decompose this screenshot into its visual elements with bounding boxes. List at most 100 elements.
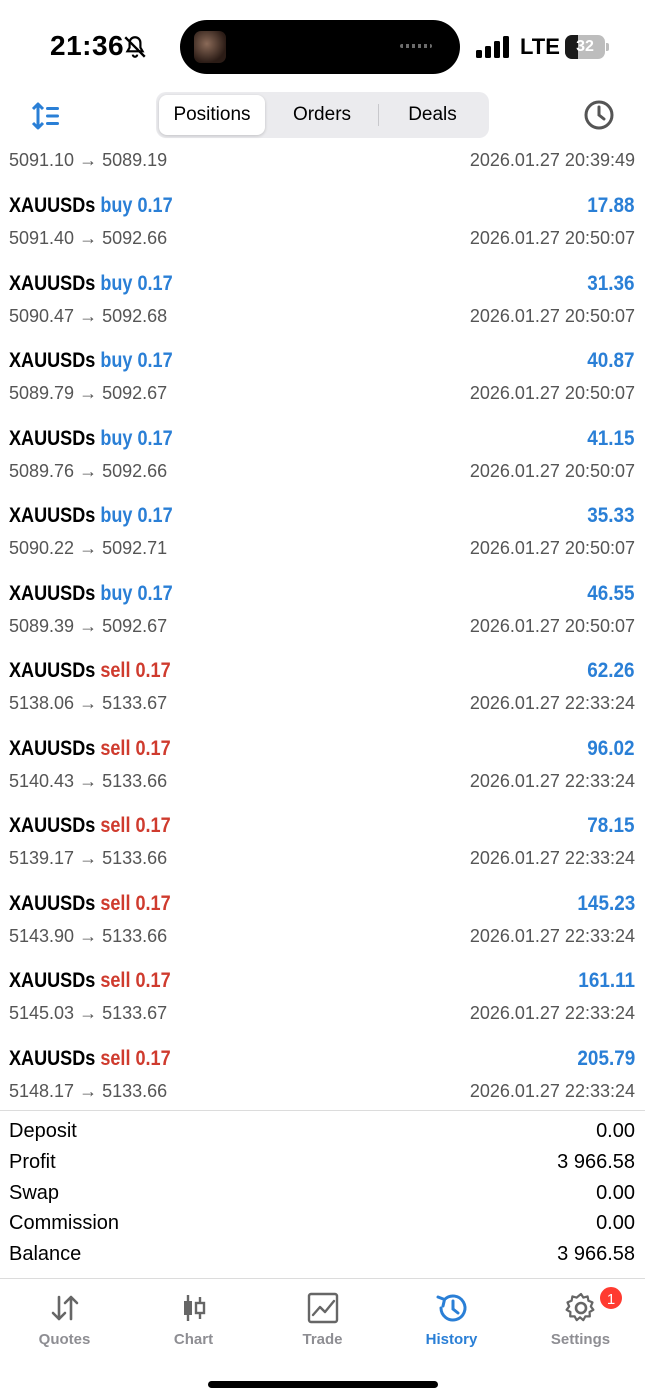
summary-row-profit: Profit 3 966.58 — [0, 1148, 645, 1179]
deal-profit: 46.55 — [587, 582, 635, 605]
deal-profit: 161.11 — [578, 969, 635, 992]
tab-history[interactable]: History — [387, 1279, 516, 1359]
deals-list: 5091.10 → 5089.19 2026.01.27 20:39:49 XA… — [0, 140, 645, 1110]
deal-symbol: XAUUSDs — [9, 1047, 96, 1070]
deal-row[interactable]: XAUUSDs buy 0.17 17.88 5091.40 → 5092.66… — [0, 184, 645, 262]
deal-row[interactable]: 5091.10 → 5089.19 2026.01.27 20:39:49 — [0, 140, 645, 184]
history-clock-icon — [436, 1294, 467, 1322]
deal-volume: 0.17 — [135, 892, 171, 915]
deal-volume: 0.17 — [137, 349, 173, 372]
deal-symbol: XAUUSDs — [9, 969, 96, 992]
tab-settings[interactable]: 1 Settings — [516, 1279, 645, 1359]
deal-side: sell — [100, 1047, 131, 1070]
battery-level: 32 — [576, 38, 594, 55]
cellular-signal-icon — [476, 36, 509, 58]
tab-deals[interactable]: Deals — [379, 95, 486, 135]
trade-chart-icon — [307, 1292, 339, 1324]
deal-side: buy — [100, 272, 133, 295]
deal-symbol: XAUUSDs — [9, 349, 96, 372]
summary-label: Commission — [9, 1212, 120, 1234]
tab-label: Settings — [550, 1331, 611, 1348]
summary-label: Profit — [9, 1151, 56, 1173]
deal-prices: 5143.90 → 5133.66 — [9, 926, 168, 946]
deal-time: 2026.01.27 20:50:07 — [469, 616, 635, 636]
deal-side: sell — [100, 969, 131, 992]
deal-profit: 31.36 — [587, 272, 635, 295]
deal-side: sell — [100, 659, 131, 682]
bell-slash-icon — [124, 36, 146, 58]
deal-profit: 62.26 — [587, 659, 635, 682]
deal-volume: 0.17 — [135, 1047, 171, 1070]
tab-label: Trade — [302, 1331, 343, 1348]
deal-side: sell — [100, 737, 131, 760]
deal-volume: 0.17 — [137, 504, 173, 527]
deal-row[interactable]: XAUUSDs sell 0.17 205.79 5148.17 → 5133.… — [0, 1037, 645, 1110]
deal-symbol: XAUUSDs — [9, 737, 96, 760]
summary-row-deposit: Deposit 0.00 — [0, 1117, 645, 1148]
deal-time: 2026.01.27 22:33:24 — [469, 848, 635, 868]
battery-icon: 32 — [565, 35, 609, 59]
deal-symbol: XAUUSDs — [9, 272, 96, 295]
deal-row[interactable]: XAUUSDs buy 0.17 35.33 5090.22 → 5092.71… — [0, 494, 645, 572]
segmented-control: Positions Orders Deals — [156, 92, 489, 138]
deal-volume: 0.17 — [135, 659, 171, 682]
deal-side: buy — [100, 582, 133, 605]
deal-prices: 5090.22 → 5092.71 — [9, 538, 168, 558]
tab-chart[interactable]: Chart — [129, 1279, 258, 1359]
summary-panel: Deposit 0.00 Profit 3 966.58 Swap 0.00 C… — [0, 1117, 645, 1277]
summary-value: 3 966.58 — [557, 1243, 635, 1265]
summary-divider — [0, 1110, 645, 1111]
deal-time: 2026.01.27 20:50:07 — [469, 228, 635, 248]
deal-volume: 0.17 — [137, 582, 173, 605]
summary-value: 3 966.58 — [557, 1151, 635, 1173]
deal-prices: 5090.47 → 5092.68 — [9, 306, 168, 326]
tab-label: History — [425, 1331, 478, 1348]
deal-prices: 5138.06 → 5133.67 — [9, 693, 168, 713]
deal-row[interactable]: XAUUSDs buy 0.17 41.15 5089.76 → 5092.66… — [0, 417, 645, 495]
deal-prices: 5140.43 → 5133.66 — [9, 771, 168, 791]
notification-badge: 1 — [598, 1285, 624, 1311]
deal-volume: 0.17 — [137, 427, 173, 450]
audio-waveform-icon — [400, 44, 432, 48]
deal-row[interactable]: XAUUSDs buy 0.17 40.87 5089.79 → 5092.67… — [0, 339, 645, 417]
deal-row[interactable]: XAUUSDs buy 0.17 46.55 5089.39 → 5092.67… — [0, 572, 645, 650]
summary-row-swap: Swap 0.00 — [0, 1179, 645, 1210]
deal-row[interactable]: XAUUSDs sell 0.17 145.23 5143.90 → 5133.… — [0, 882, 645, 960]
deal-volume: 0.17 — [135, 969, 171, 992]
summary-row-balance: Balance 3 966.58 — [0, 1240, 645, 1271]
deal-row[interactable]: XAUUSDs sell 0.17 161.11 5145.03 → 5133.… — [0, 959, 645, 1037]
summary-label: Balance — [9, 1243, 82, 1265]
clock-icon[interactable] — [583, 99, 615, 131]
sort-icon[interactable] — [30, 100, 62, 132]
quotes-arrows-icon — [51, 1295, 79, 1321]
tab-orders[interactable]: Orders — [267, 95, 377, 135]
candlestick-icon — [184, 1295, 206, 1321]
deal-row[interactable]: XAUUSDs sell 0.17 96.02 5140.43 → 5133.6… — [0, 727, 645, 805]
deal-row[interactable]: XAUUSDs buy 0.17 31.36 5090.47 → 5092.68… — [0, 262, 645, 340]
deal-time: 2026.01.27 20:39:49 — [469, 150, 635, 170]
deal-time: 2026.01.27 22:33:24 — [469, 771, 635, 791]
tab-positions[interactable]: Positions — [159, 95, 265, 135]
deal-prices: 5089.76 → 5092.66 — [9, 461, 168, 481]
deal-time: 2026.01.27 22:33:24 — [469, 693, 635, 713]
deal-profit: 78.15 — [587, 814, 635, 837]
deal-prices: 5091.40 → 5092.66 — [9, 228, 168, 248]
gear-icon — [565, 1292, 595, 1322]
tab-quotes[interactable]: Quotes — [0, 1279, 129, 1359]
network-type: LTE — [520, 34, 560, 59]
home-indicator[interactable] — [208, 1381, 438, 1388]
deal-profit: 96.02 — [587, 737, 635, 760]
deal-profit: 205.79 — [577, 1047, 635, 1070]
deal-row[interactable]: XAUUSDs sell 0.17 78.15 5139.17 → 5133.6… — [0, 804, 645, 882]
deal-profit: 17.88 — [587, 194, 635, 217]
deal-time: 2026.01.27 20:50:07 — [469, 306, 635, 326]
deal-row[interactable]: XAUUSDs sell 0.17 62.26 5138.06 → 5133.6… — [0, 649, 645, 727]
deal-side: buy — [100, 194, 133, 217]
tab-trade[interactable]: Trade — [258, 1279, 387, 1359]
deal-time: 2026.01.27 22:33:24 — [469, 1081, 635, 1101]
deal-time: 2026.01.27 22:33:24 — [469, 926, 635, 946]
status-bar: 21:36 LTE 32 — [0, 0, 645, 92]
deal-volume: 0.17 — [135, 737, 171, 760]
deal-volume: 0.17 — [135, 814, 171, 837]
deal-profit: 35.33 — [587, 504, 635, 527]
